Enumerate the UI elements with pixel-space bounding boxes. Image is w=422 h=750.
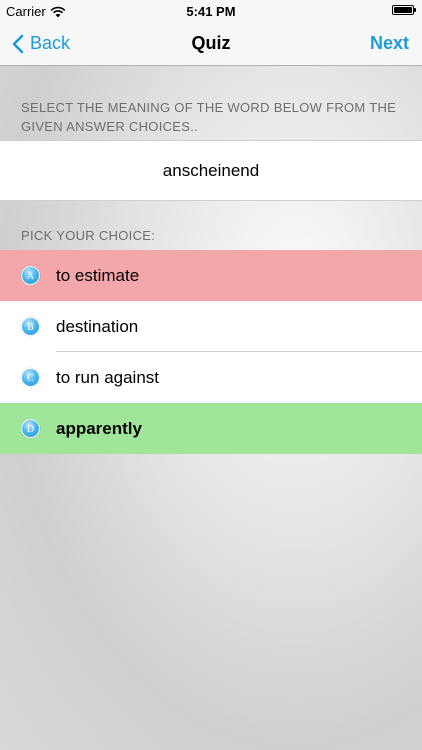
- choice-a[interactable]: A to estimate: [0, 250, 422, 301]
- choice-b[interactable]: B destination: [0, 301, 422, 352]
- choice-c-label: to run against: [56, 368, 160, 387]
- letter-a-badge-icon: A: [21, 266, 40, 285]
- next-button[interactable]: Next: [370, 22, 409, 65]
- choice-d[interactable]: D apparently: [0, 403, 422, 454]
- choice-b-label: destination: [56, 317, 139, 336]
- letter-c-badge-icon: C: [21, 368, 40, 387]
- choice-d-label: apparently: [56, 419, 142, 438]
- status-bar: Carrier 5:41 PM: [0, 0, 422, 22]
- choice-a-label: to estimate: [56, 266, 140, 285]
- page-title: Quiz: [191, 33, 231, 53]
- status-time: 5:41 PM: [186, 4, 236, 19]
- letter-d-badge-icon: D: [21, 419, 40, 438]
- answer-choices-list: A to estimate B destination C to run aga…: [0, 250, 422, 454]
- choice-c[interactable]: C to run against: [0, 352, 422, 403]
- letter-b-badge-icon: B: [21, 317, 40, 336]
- instruction-text: SELECT THE MEANING OF THE WORD BELOW FRO…: [21, 100, 397, 134]
- navigation-bar: Back Quiz Next: [0, 22, 422, 66]
- battery-icon: [392, 5, 416, 15]
- quiz-word: anscheinend: [0, 140, 422, 201]
- pick-choice-label: PICK YOUR CHOICE:: [21, 228, 156, 243]
